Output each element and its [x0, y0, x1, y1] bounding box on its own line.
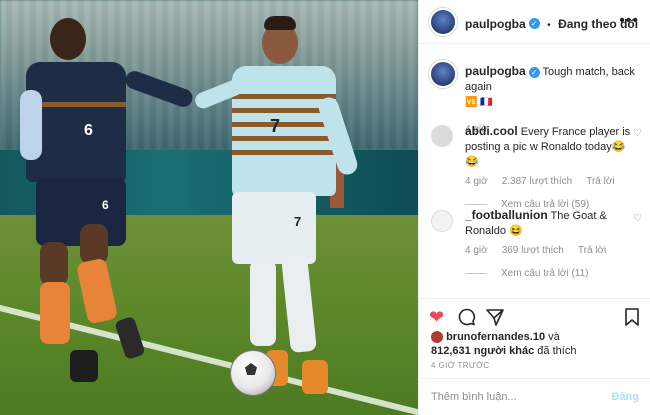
comment-text: abdi.cool Every France player is posting… — [465, 124, 631, 210]
player-leg — [40, 242, 68, 286]
verified-badge-icon: ✓ — [528, 18, 540, 30]
bookmark-icon-svg — [625, 308, 639, 326]
share-icon[interactable] — [485, 307, 505, 331]
comment-likes[interactable]: 2.387 lượt thích — [502, 176, 573, 187]
post-timestamp[interactable]: 4 GIỜ TRƯỚC — [431, 361, 490, 370]
share-icon-svg — [486, 309, 504, 326]
likes-suffix: đã thích — [537, 345, 577, 357]
post-comment-button[interactable]: Đăng — [612, 391, 640, 403]
portugal-player: 7 7 — [188, 16, 368, 396]
liker-username[interactable]: brunofernandes.10 — [446, 331, 545, 343]
author-avatar[interactable] — [429, 8, 457, 36]
football — [230, 350, 276, 396]
shorts-number: 6 — [102, 198, 109, 212]
separator-dot: • — [547, 20, 551, 31]
comment-likes[interactable]: 369 lượt thích — [502, 245, 564, 256]
player-arm — [20, 90, 42, 160]
comment-icon[interactable] — [457, 307, 477, 331]
heart-filled-icon[interactable]: ❤ — [429, 307, 444, 327]
france-player: 6 6 — [20, 10, 200, 390]
comment-icon-svg — [458, 308, 476, 326]
comment-meta: 4 giờ 2.387 lượt thích Trả lời — [465, 176, 631, 187]
player-sock — [281, 254, 317, 354]
player-head — [50, 18, 86, 60]
reply-button[interactable]: Trả lời — [578, 245, 606, 256]
view-replies-label: Xem câu trả lời (11) — [501, 268, 589, 279]
shirt-number: 7 — [270, 116, 281, 136]
commenter-avatar[interactable] — [431, 210, 453, 232]
post-photo[interactable]: 6 6 7 7 — [0, 0, 418, 415]
post-header: paulpogba ✓ • Đang theo dõi ••• — [419, 0, 650, 44]
comment-like-icon[interactable]: ♡ — [633, 213, 642, 224]
player-sock — [75, 257, 119, 325]
author-line: paulpogba ✓ • Đang theo dõi — [465, 15, 638, 33]
comment-text: _footballunion The Goat & Ronaldo 😆 4 gi… — [465, 208, 631, 279]
likes-count[interactable]: 812,631 người khác — [431, 345, 534, 357]
comment-username[interactable]: _footballunion — [465, 208, 548, 222]
comment-like-icon[interactable]: ♡ — [633, 128, 642, 139]
post-side-panel: paulpogba ✓ • Đang theo dõi ••• paulpogba… — [418, 0, 650, 415]
verified-badge-icon: ✓ — [528, 66, 540, 78]
more-options-icon[interactable]: ••• — [619, 12, 639, 30]
player-arm — [123, 68, 195, 110]
author-username[interactable]: paulpogba — [465, 17, 526, 31]
shirt-number: 6 — [84, 122, 93, 139]
player-boot — [114, 315, 146, 361]
liker-avatar[interactable] — [431, 331, 443, 344]
player-shirt: 7 — [232, 66, 336, 196]
comment-time[interactable]: 4 giờ — [465, 245, 488, 256]
bookmark-icon[interactable] — [623, 307, 641, 331]
comment-username[interactable]: abdi.cool — [465, 124, 518, 138]
player-boot — [70, 350, 98, 382]
player-shorts: 7 — [232, 192, 316, 264]
likes-joiner: và — [548, 331, 560, 343]
view-replies-button[interactable]: Xem câu trả lời (11) — [465, 268, 631, 279]
likes-summary: brunofernandes.10 và 812,631 người khác … — [431, 330, 576, 358]
player-boot — [302, 360, 328, 394]
commenter-avatar[interactable] — [431, 125, 453, 147]
reply-button[interactable]: Trả lời — [586, 176, 614, 187]
player-hair — [264, 16, 296, 30]
comment-composer: Đăng — [419, 378, 650, 415]
player-sock — [250, 260, 276, 346]
shorts-number: 7 — [294, 214, 302, 229]
comment-time[interactable]: 4 giờ — [465, 176, 488, 187]
comment-input[interactable] — [431, 387, 601, 407]
caption-username[interactable]: paulpogba — [465, 64, 526, 78]
caption-avatar[interactable] — [429, 60, 457, 88]
comment-meta: 4 giờ 369 lượt thích Trả lời — [465, 245, 631, 256]
caption-emoji: 🆚 🇫🇷 — [465, 97, 493, 108]
player-leg — [80, 224, 108, 264]
player-sock — [40, 282, 70, 344]
